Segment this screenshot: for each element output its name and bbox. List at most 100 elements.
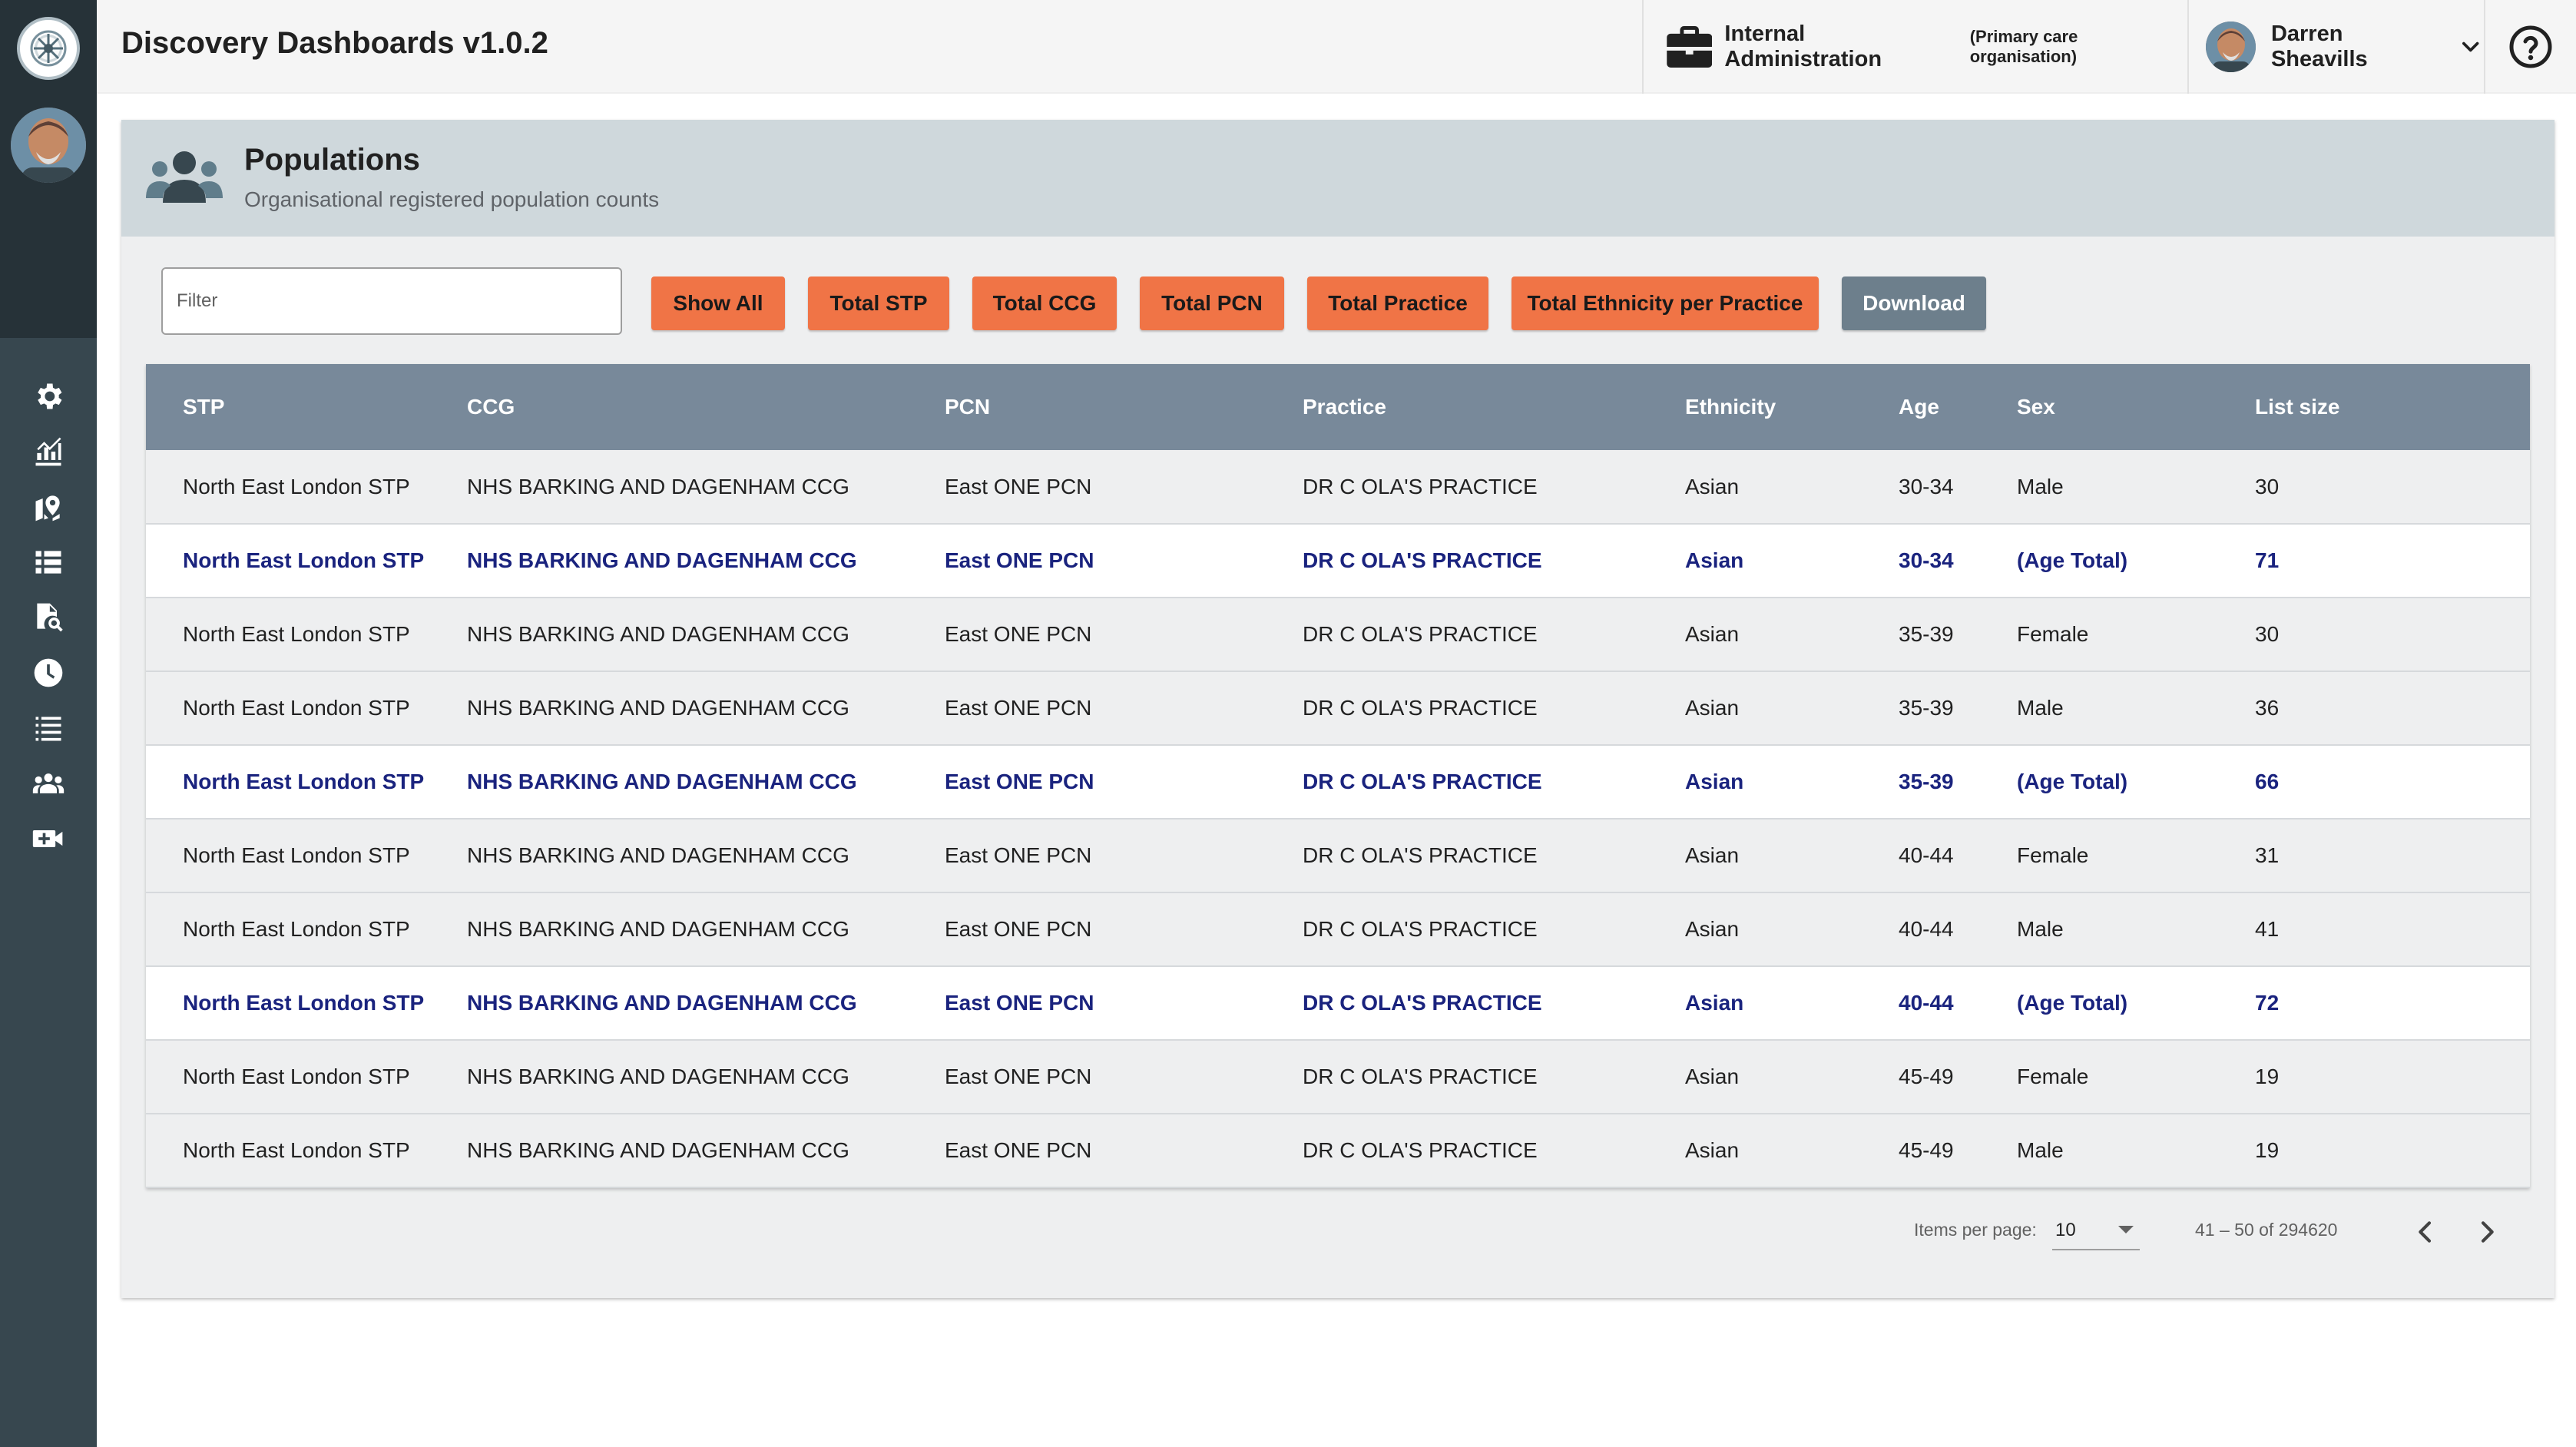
table-row[interactable]: North East London STP NHS BARKING AND DAG… xyxy=(146,598,2530,672)
filter-field[interactable] xyxy=(161,267,622,335)
cell-pcn: East ONE PCN xyxy=(945,745,1303,820)
cell-sex: (Age Total) xyxy=(2017,745,2255,820)
table-row[interactable]: North East London STP NHS BARKING AND DAG… xyxy=(146,1114,2530,1188)
chevron-left-icon xyxy=(2419,1221,2432,1243)
cell-ethnicity: Asian xyxy=(1685,1040,1899,1114)
column-header-list-size[interactable]: List size xyxy=(2255,364,2530,450)
items-per-page-select[interactable]: 10 xyxy=(2052,1207,2140,1250)
cell-age: 35-39 xyxy=(1899,671,2017,746)
chart-icon xyxy=(35,437,61,466)
page-range: 41 – 50 of 294620 xyxy=(2195,1220,2338,1240)
cell-age: 30-34 xyxy=(1899,450,2017,525)
cell-practice: DR C OLA'S PRACTICE xyxy=(1303,598,1685,672)
table-row[interactable]: North East London STP NHS BARKING AND DAG… xyxy=(146,819,2530,893)
people-icon xyxy=(32,773,65,793)
table-row[interactable]: North East London STP NHS BARKING AND DAG… xyxy=(146,450,2530,525)
user-name: Darren Sheavills xyxy=(2270,22,2368,71)
next-page-button[interactable] xyxy=(2467,1212,2507,1252)
table-row[interactable]: North East London STP NHS BARKING AND DAG… xyxy=(146,671,2530,746)
column-header-pcn[interactable]: PCN xyxy=(945,364,1303,450)
table-row-total[interactable]: North East London STP NHS BARKING AND DAG… xyxy=(146,966,2530,1041)
total-ethnicity-button[interactable]: Total Ethnicity per Practice xyxy=(1511,276,1819,330)
items-per-page-label: Items per page: xyxy=(1914,1220,2037,1240)
total-stp-button[interactable]: Total STP xyxy=(808,276,949,330)
cell-stp: North East London STP xyxy=(146,819,467,893)
cell-age: 40-44 xyxy=(1899,892,2017,967)
cell-ccg: NHS BARKING AND DAGENHAM CCG xyxy=(467,819,945,893)
total-pcn-button[interactable]: Total PCN xyxy=(1140,276,1284,330)
cell-list-size: 72 xyxy=(2255,966,2530,1041)
previous-page-button[interactable] xyxy=(2405,1212,2445,1252)
show-all-button[interactable]: Show All xyxy=(651,276,785,330)
sidebar-item-map[interactable] xyxy=(0,479,97,535)
cell-list-size: 41 xyxy=(2255,892,2530,967)
cell-stp: North East London STP xyxy=(146,450,467,525)
cell-age: 30-34 xyxy=(1899,524,2017,598)
table-row-total[interactable]: North East London STP NHS BARKING AND DAG… xyxy=(146,745,2530,820)
cell-sex: Female xyxy=(2017,1040,2255,1114)
sidebar-item-settings[interactable] xyxy=(0,369,97,424)
chevron-down-icon xyxy=(2462,41,2478,52)
cell-list-size: 71 xyxy=(2255,524,2530,598)
column-header-age[interactable]: Age xyxy=(1899,364,2017,450)
cell-pcn: East ONE PCN xyxy=(945,598,1303,672)
help-button[interactable] xyxy=(2484,0,2576,94)
sidebar-item-checklist[interactable] xyxy=(0,700,97,756)
help-icon xyxy=(2509,25,2552,68)
items-per-page-value: 10 xyxy=(2055,1220,2076,1240)
total-ccg-button[interactable]: Total CCG xyxy=(972,276,1117,330)
cell-sex: (Age Total) xyxy=(2017,966,2255,1041)
sidebar-item-list[interactable] xyxy=(0,535,97,590)
cell-stp: North East London STP xyxy=(146,524,467,598)
cell-age: 45-49 xyxy=(1899,1114,2017,1188)
user-menu[interactable]: Darren Sheavills xyxy=(2187,0,2484,94)
cell-practice: DR C OLA'S PRACTICE xyxy=(1303,892,1685,967)
chevron-right-icon xyxy=(2481,1221,2494,1243)
sidebar-item-charts[interactable] xyxy=(0,424,97,479)
column-header-sex[interactable]: Sex xyxy=(2017,364,2255,450)
app-logo[interactable] xyxy=(17,17,80,80)
sidebar-item-document-search[interactable] xyxy=(0,590,97,645)
table-row-total[interactable]: North East London STP NHS BARKING AND DAG… xyxy=(146,524,2530,598)
filter-input[interactable] xyxy=(163,269,621,333)
cell-pcn: East ONE PCN xyxy=(945,524,1303,598)
dropdown-arrow-icon xyxy=(2118,1226,2134,1233)
sidebar-item-history[interactable] xyxy=(0,645,97,700)
cell-ethnicity: Asian xyxy=(1685,819,1899,893)
page-subtitle: Organisational registered population cou… xyxy=(244,187,660,211)
table-header-row: STP CCG PCN Practice Ethnicity Age Sex L… xyxy=(146,364,2530,450)
sidebar-item-people[interactable] xyxy=(0,756,97,811)
cell-stp: North East London STP xyxy=(146,1114,467,1188)
cell-stp: North East London STP xyxy=(146,671,467,746)
organisation-selector[interactable]: Internal Administration (Primary care or… xyxy=(1642,0,2187,94)
cell-ccg: NHS BARKING AND DAGENHAM CCG xyxy=(467,524,945,598)
column-header-ethnicity[interactable]: Ethnicity xyxy=(1685,364,1899,450)
sidebar-avatar[interactable] xyxy=(11,108,86,183)
compass-icon xyxy=(30,30,67,67)
cell-ccg: NHS BARKING AND DAGENHAM CCG xyxy=(467,450,945,525)
cell-practice: DR C OLA'S PRACTICE xyxy=(1303,819,1685,893)
column-header-ccg[interactable]: CCG xyxy=(467,364,945,450)
download-button[interactable]: Download xyxy=(1842,276,1986,330)
table-row[interactable]: North East London STP NHS BARKING AND DAG… xyxy=(146,1040,2530,1114)
table-row[interactable]: North East London STP NHS BARKING AND DAG… xyxy=(146,892,2530,967)
cell-pcn: East ONE PCN xyxy=(945,819,1303,893)
column-header-practice[interactable]: Practice xyxy=(1303,364,1685,450)
cell-stp: North East London STP xyxy=(146,966,467,1041)
cell-age: 35-39 xyxy=(1899,745,2017,820)
cell-practice: DR C OLA'S PRACTICE xyxy=(1303,524,1685,598)
cell-pcn: East ONE PCN xyxy=(945,450,1303,525)
cell-list-size: 19 xyxy=(2255,1040,2530,1114)
cell-ccg: NHS BARKING AND DAGENHAM CCG xyxy=(467,1040,945,1114)
sidebar-item-video[interactable] xyxy=(0,811,97,866)
document-search-icon xyxy=(37,603,63,632)
cell-list-size: 66 xyxy=(2255,745,2530,820)
map-icon xyxy=(35,495,60,522)
cell-ccg: NHS BARKING AND DAGENHAM CCG xyxy=(467,892,945,967)
population-table: STP CCG PCN Practice Ethnicity Age Sex L… xyxy=(146,364,2530,1188)
column-header-stp[interactable]: STP xyxy=(146,364,467,450)
cell-sex: Female xyxy=(2017,819,2255,893)
cell-sex: Male xyxy=(2017,450,2255,525)
cell-sex: Female xyxy=(2017,598,2255,672)
total-practice-button[interactable]: Total Practice xyxy=(1307,276,1488,330)
